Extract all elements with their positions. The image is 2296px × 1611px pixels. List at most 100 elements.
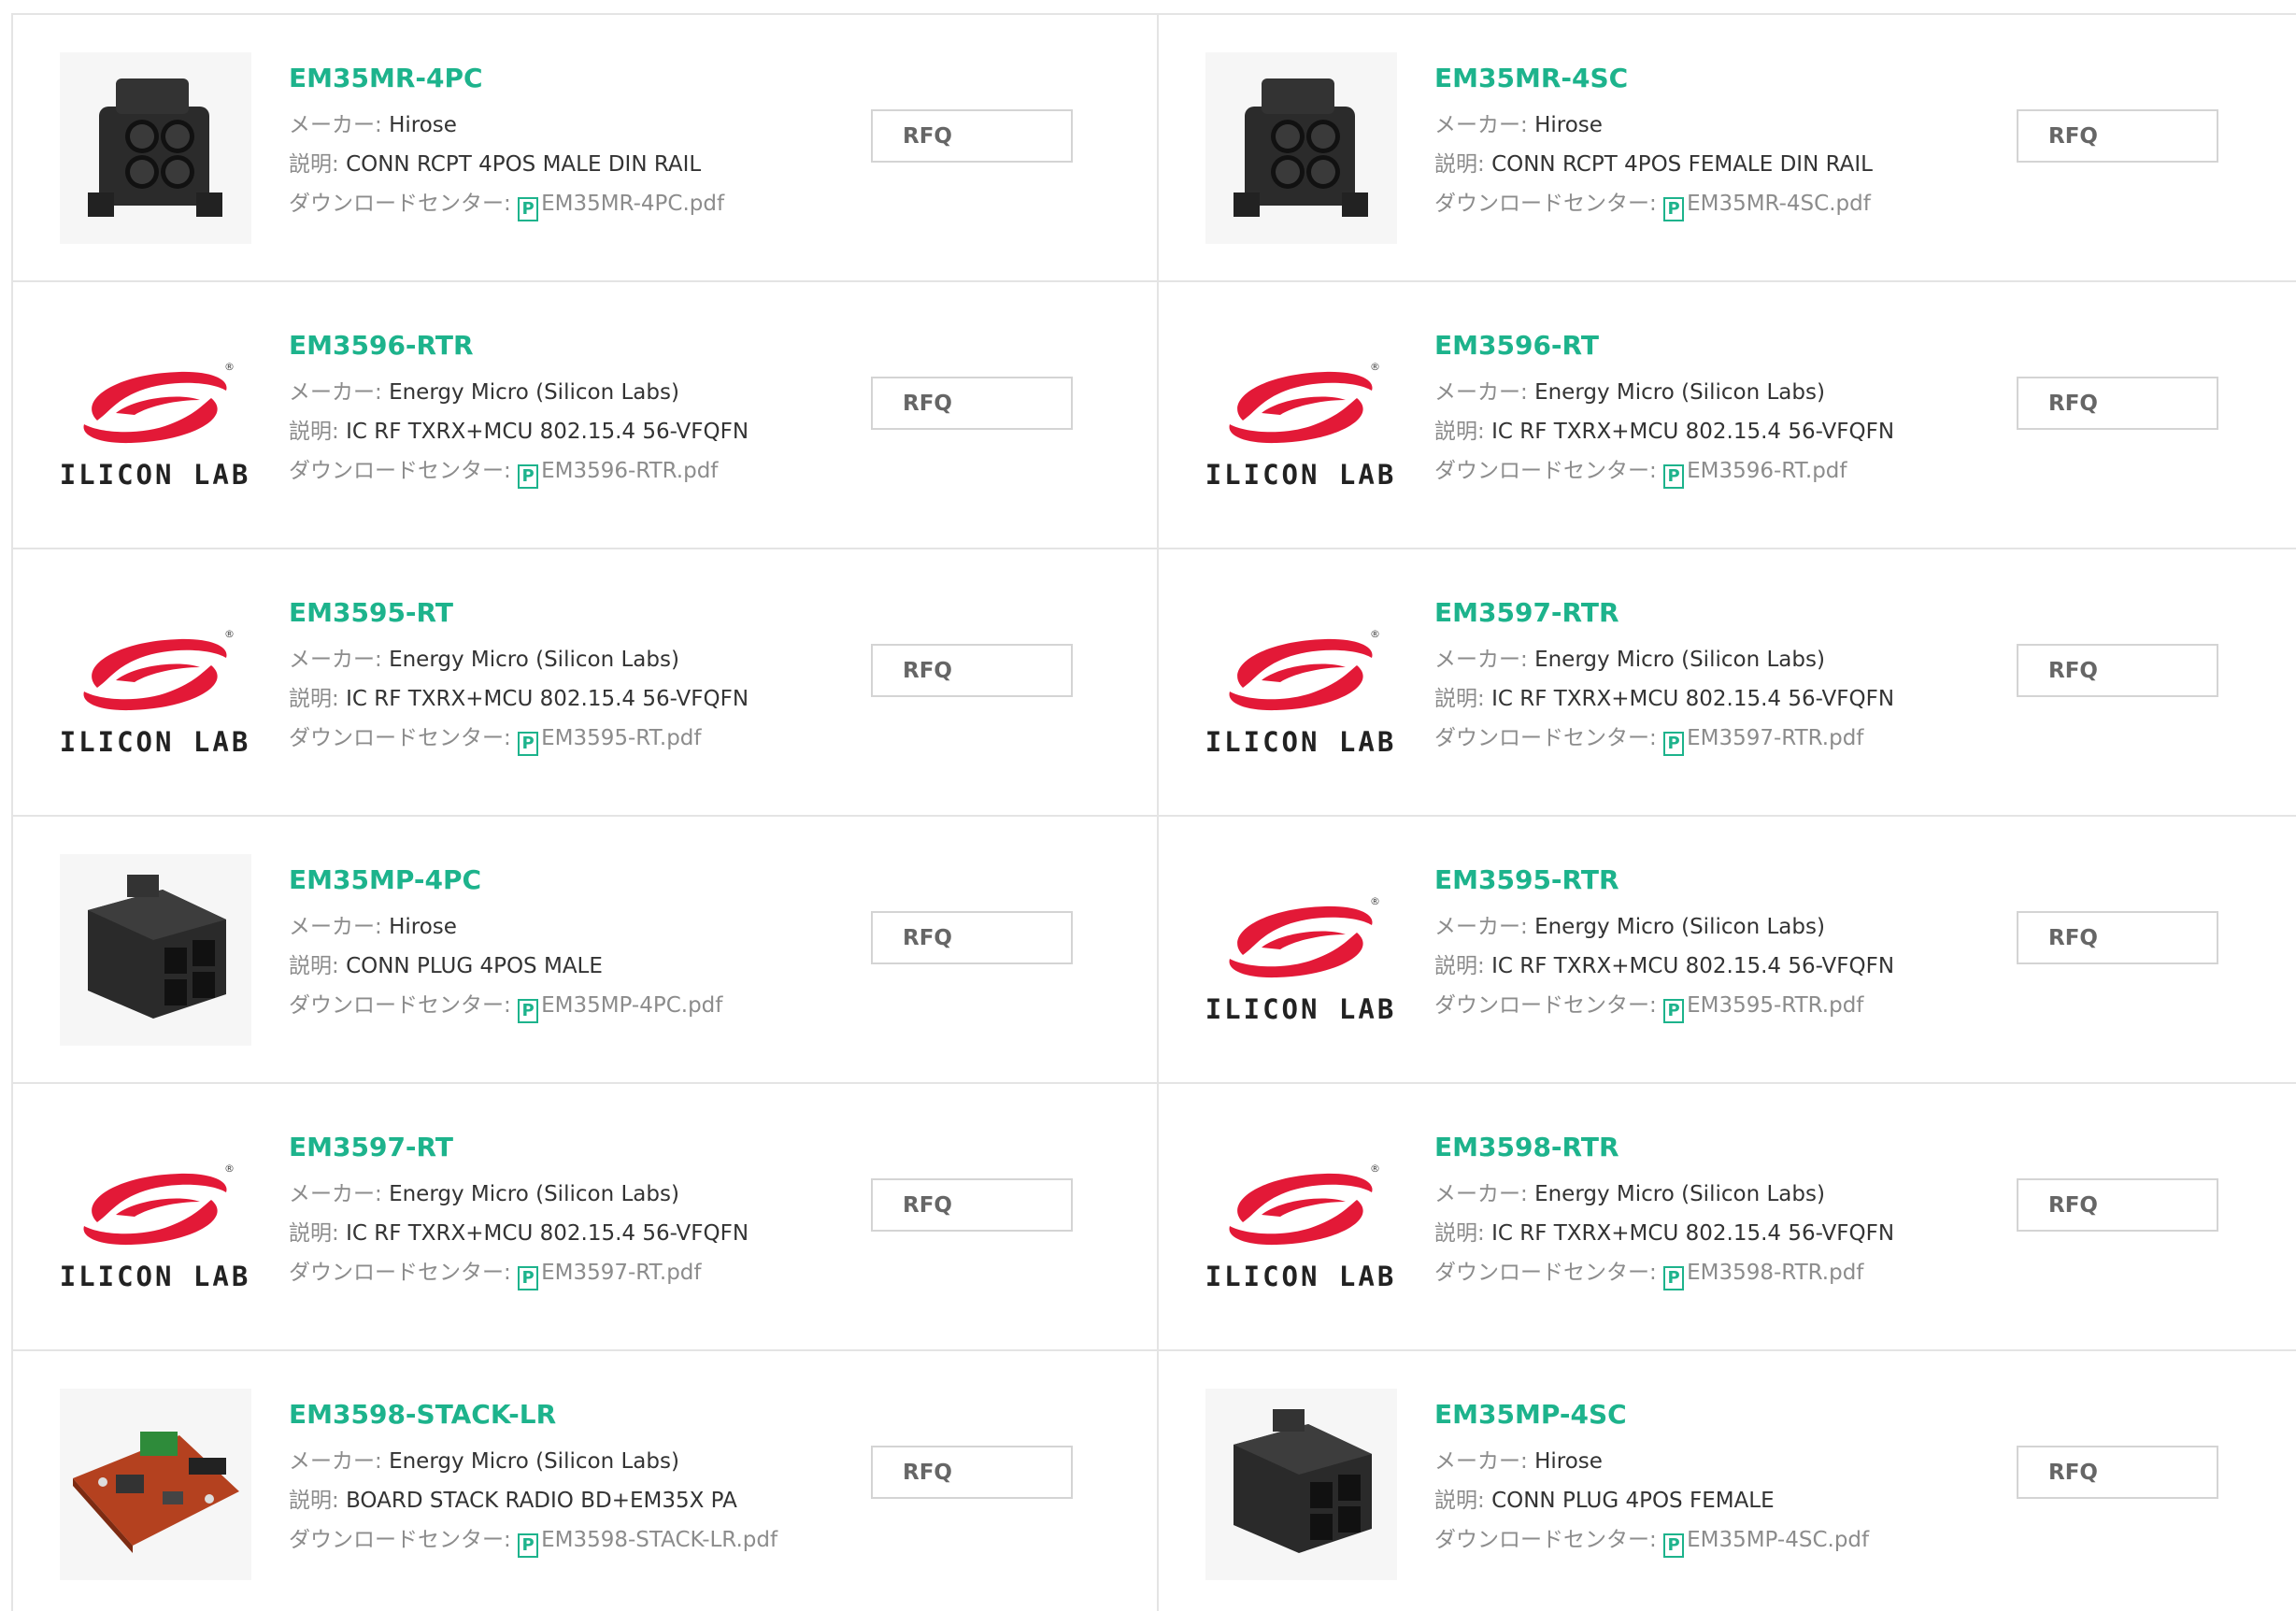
maker-row: メーカー: Hirose xyxy=(1434,1447,1995,1487)
part-number-link[interactable]: EM3595-RT xyxy=(289,598,849,628)
datasheet-link[interactable]: EM35MP-4SC.pdf xyxy=(1687,1528,1869,1552)
download-row: ダウンロードセンター: P EM3596-RT.pdf xyxy=(1434,457,1995,496)
product-card-em3596-rt: ® SILICON LABS EM3596-RT メーカー: Energy Mic… xyxy=(1159,282,2296,549)
pdf-icon[interactable]: P xyxy=(518,1533,539,1558)
pdf-icon[interactable]: P xyxy=(1663,1533,1685,1558)
connector-receptacle-image[interactable] xyxy=(60,52,251,244)
connector-plug-image[interactable] xyxy=(1205,1389,1397,1580)
pdf-icon[interactable]: P xyxy=(518,1266,539,1290)
description-value: CONN PLUG 4POS FEMALE xyxy=(1491,1489,1775,1513)
pdf-icon[interactable]: P xyxy=(1663,999,1685,1023)
pdf-icon[interactable]: P xyxy=(1663,1266,1685,1290)
description-row: 説明: CONN PLUG 4POS FEMALE xyxy=(1434,1487,1995,1526)
product-card-em3597-rt: ® SILICON LABS EM3597-RT メーカー: Energy Mic… xyxy=(13,1084,1159,1351)
datasheet-link[interactable]: EM3597-RTR.pdf xyxy=(1687,726,1863,750)
rfq-button[interactable]: RFQ xyxy=(871,644,1073,697)
silicon-labs-logo-image[interactable]: ® SILICON LABS xyxy=(1205,587,1397,778)
silicon-labs-logo-image[interactable]: ® SILICON LABS xyxy=(60,320,251,511)
rfq-button[interactable]: RFQ xyxy=(871,1178,1073,1232)
datasheet-link[interactable]: EM3596-RTR.pdf xyxy=(541,459,718,483)
maker-value: Energy Micro (Silicon Labs) xyxy=(389,1449,679,1474)
maker-label: メーカー: xyxy=(289,1182,390,1206)
part-number-link[interactable]: EM35MR-4PC xyxy=(289,64,849,93)
part-number-link[interactable]: EM3597-RT xyxy=(289,1133,849,1162)
rfq-button[interactable]: RFQ xyxy=(871,911,1073,964)
download-label: ダウンロードセンター: xyxy=(289,1528,519,1552)
description-value: CONN PLUG 4POS MALE xyxy=(346,954,603,978)
part-number-link[interactable]: EM35MP-4PC xyxy=(289,865,849,895)
product-card-em3596-rtr: ® SILICON LABS EM3596-RTR メーカー: Energy Mi… xyxy=(13,282,1159,549)
datasheet-link[interactable]: EM3595-RTR.pdf xyxy=(1687,993,1863,1018)
svg-text:®: ® xyxy=(1370,1162,1380,1175)
part-number-link[interactable]: EM3598-STACK-LR xyxy=(289,1400,849,1430)
product-card-em3598-stack-lr: EM3598-STACK-LR メーカー: Energy Micro (Sili… xyxy=(13,1351,1159,1611)
rfq-button[interactable]: RFQ xyxy=(2017,1178,2218,1232)
part-number-link[interactable]: EM3595-RTR xyxy=(1434,865,1995,895)
pdf-icon[interactable]: P xyxy=(518,732,539,756)
connector-receptacle-image[interactable] xyxy=(1205,52,1397,244)
product-info: EM3596-RTR メーカー: Energy Micro (Silicon L… xyxy=(289,331,849,496)
silicon-labs-logo-image[interactable]: ® SILICON LABS xyxy=(1205,320,1397,511)
rfq-button[interactable]: RFQ xyxy=(2017,1446,2218,1499)
product-info: EM3596-RT メーカー: Energy Micro (Silicon La… xyxy=(1434,331,1995,496)
maker-row: メーカー: Energy Micro (Silicon Labs) xyxy=(1434,378,1995,418)
part-number-link[interactable]: EM3596-RT xyxy=(1434,331,1995,361)
svg-text:®: ® xyxy=(1370,361,1380,373)
pdf-icon[interactable]: P xyxy=(1663,464,1685,489)
silicon-labs-logo-image[interactable]: ® SILICON LABS xyxy=(1205,854,1397,1046)
pdf-icon[interactable]: P xyxy=(518,464,539,489)
product-info: EM3598-RTR メーカー: Energy Micro (Silicon L… xyxy=(1434,1133,1995,1298)
rfq-button[interactable]: RFQ xyxy=(2017,109,2218,163)
silicon-labs-logo-image[interactable]: ® SILICON LABS xyxy=(60,1121,251,1313)
silicon-labs-logo-image[interactable]: ® SILICON LABS xyxy=(60,587,251,778)
datasheet-link[interactable]: EM35MR-4PC.pdf xyxy=(541,192,724,216)
description-row: 説明: CONN PLUG 4POS MALE xyxy=(289,952,849,991)
svg-text:®: ® xyxy=(224,1162,235,1175)
datasheet-link[interactable]: EM35MP-4PC.pdf xyxy=(541,993,722,1018)
product-info: EM3595-RTR メーカー: Energy Micro (Silicon L… xyxy=(1434,865,1995,1031)
description-value: IC RF TXRX+MCU 802.15.4 56-VFQFN xyxy=(346,420,749,444)
product-card-em3598-rtr: ® SILICON LABS EM3598-RTR メーカー: Energy Mi… xyxy=(1159,1084,2296,1351)
part-number-link[interactable]: EM3598-RTR xyxy=(1434,1133,1995,1162)
connector-plug-image[interactable] xyxy=(60,854,251,1046)
pdf-icon[interactable]: P xyxy=(518,999,539,1023)
download-row: ダウンロードセンター: P EM3597-RTR.pdf xyxy=(1434,724,1995,763)
part-number-link[interactable]: EM3596-RTR xyxy=(289,331,849,361)
datasheet-link[interactable]: EM3596-RT.pdf xyxy=(1687,459,1847,483)
part-number-link[interactable]: EM35MR-4SC xyxy=(1434,64,1995,93)
pdf-icon[interactable]: P xyxy=(1663,732,1685,756)
svg-text:®: ® xyxy=(1370,895,1380,907)
rfq-button[interactable]: RFQ xyxy=(871,1446,1073,1499)
description-row: 説明: IC RF TXRX+MCU 802.15.4 56-VFQFN xyxy=(1434,1219,1995,1259)
part-number-link[interactable]: EM35MP-4SC xyxy=(1434,1400,1995,1430)
pdf-icon[interactable]: P xyxy=(518,197,539,221)
maker-value: Energy Micro (Silicon Labs) xyxy=(1534,915,1825,939)
datasheet-link[interactable]: EM3598-STACK-LR.pdf xyxy=(541,1528,777,1552)
datasheet-link[interactable]: EM35MR-4SC.pdf xyxy=(1687,192,1871,216)
part-number-link[interactable]: EM3597-RTR xyxy=(1434,598,1995,628)
rfq-button[interactable]: RFQ xyxy=(2017,911,2218,964)
datasheet-link[interactable]: EM3597-RT.pdf xyxy=(541,1261,701,1285)
product-card-em35mp-4pc: EM35MP-4PC メーカー: Hirose 説明: CONN PLUG 4P… xyxy=(13,817,1159,1084)
silicon-labs-logo-image[interactable]: ® SILICON LABS xyxy=(1205,1121,1397,1313)
dev-board-image[interactable] xyxy=(60,1389,251,1580)
rfq-button[interactable]: RFQ xyxy=(2017,644,2218,697)
rfq-button[interactable]: RFQ xyxy=(2017,377,2218,430)
description-label: 説明: xyxy=(289,954,347,978)
product-info: EM3598-STACK-LR メーカー: Energy Micro (Sili… xyxy=(289,1400,849,1565)
pdf-icon[interactable]: P xyxy=(1663,197,1685,221)
datasheet-link[interactable]: EM3595-RT.pdf xyxy=(541,726,701,750)
description-row: 説明: CONN RCPT 4POS MALE DIN RAIL xyxy=(289,150,849,190)
maker-label: メーカー: xyxy=(1434,380,1535,405)
maker-row: メーカー: Energy Micro (Silicon Labs) xyxy=(1434,646,1995,685)
download-row: ダウンロードセンター: P EM35MR-4SC.pdf xyxy=(1434,190,1995,229)
description-row: 説明: CONN RCPT 4POS FEMALE DIN RAIL xyxy=(1434,150,1995,190)
description-value: IC RF TXRX+MCU 802.15.4 56-VFQFN xyxy=(346,687,749,711)
rfq-button[interactable]: RFQ xyxy=(871,109,1073,163)
maker-label: メーカー: xyxy=(289,915,390,939)
datasheet-link[interactable]: EM3598-RTR.pdf xyxy=(1687,1261,1863,1285)
rfq-button[interactable]: RFQ xyxy=(871,377,1073,430)
maker-value: Energy Micro (Silicon Labs) xyxy=(1534,648,1825,672)
maker-row: メーカー: Hirose xyxy=(289,111,849,150)
download-label: ダウンロードセンター: xyxy=(289,1261,519,1285)
